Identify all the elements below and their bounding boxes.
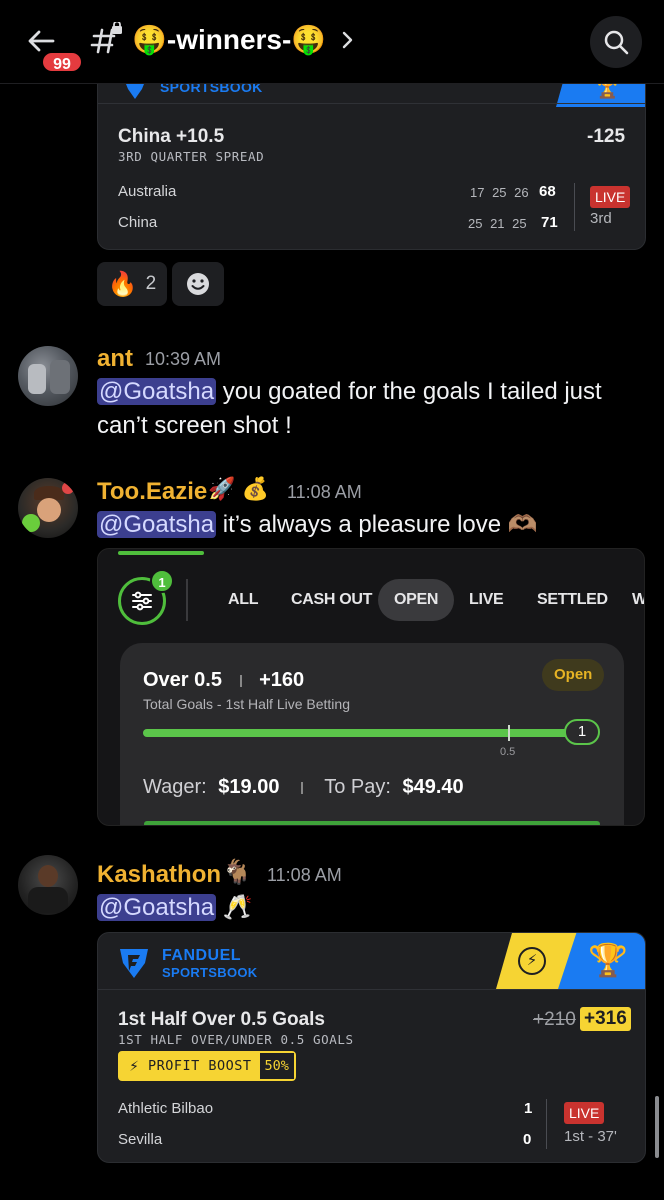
- game-period: 1st - 37': [564, 1128, 617, 1145]
- reaction-fire[interactable]: 🔥 2: [97, 262, 167, 306]
- chevron-right-icon[interactable]: [340, 27, 356, 53]
- reaction-count: 2: [145, 273, 157, 294]
- username[interactable]: ant: [97, 345, 133, 373]
- team-score: 0: [523, 1131, 532, 1148]
- progress-threshold-marker: [508, 725, 510, 741]
- trophy-icon: 🏆: [588, 942, 628, 978]
- avatar[interactable]: [18, 478, 78, 538]
- tab-live[interactable]: LIVE: [469, 591, 504, 609]
- username[interactable]: Too.Eazie: [97, 478, 207, 506]
- bet-title: 1st Half Over 0.5 Goals: [118, 1009, 325, 1030]
- add-reaction-button[interactable]: [172, 262, 224, 306]
- progress-value-badge: 1: [564, 719, 600, 745]
- channel-name[interactable]: 🤑-winners-🤑: [132, 22, 326, 58]
- filter-count-badge: 1: [150, 569, 174, 593]
- boost-banner: ⚡ 🏆: [496, 933, 645, 989]
- avatar[interactable]: [18, 855, 78, 915]
- brand-sportsbook: SPORTSBOOK: [162, 965, 258, 980]
- tab-partial[interactable]: W: [632, 591, 644, 609]
- bet-subtitle: 3RD QUARTER SPREAD: [118, 149, 265, 164]
- attached-screenshot[interactable]: 1 ALL CASH OUT OPEN LIVE SETTLED W Over …: [97, 548, 645, 826]
- live-tag: LIVE: [564, 1102, 605, 1124]
- scrollbar[interactable]: [655, 1096, 659, 1158]
- fire-emoji: 🔥: [107, 270, 138, 298]
- bet-selection: Over 0.5 +160: [143, 669, 305, 691]
- team-score: 1: [524, 1100, 533, 1117]
- tab-settled[interactable]: SETTLED: [537, 591, 608, 609]
- brand-fanduel: FANDUEL: [162, 947, 242, 964]
- avatar[interactable]: [18, 346, 78, 406]
- boosted-odds: +316: [580, 1007, 631, 1031]
- team-name: Athletic Bilbao: [118, 1100, 214, 1117]
- live-tag: LIVE: [590, 186, 631, 208]
- search-icon: [604, 30, 629, 55]
- game-period: 3rd: [590, 210, 612, 227]
- cash-out-bar: [144, 821, 600, 825]
- old-odds: +210: [533, 1009, 576, 1030]
- bet-card-china-spread[interactable]: SPORTSBOOK 🏆 China +10.5 3RD QUARTER SPR…: [97, 60, 646, 250]
- tab-cash-out[interactable]: CASH OUT: [291, 591, 372, 609]
- profit-boost-tag: ⚡ PROFIT BOOST 50%: [118, 1051, 296, 1081]
- user-status-emoji: 🐐: [222, 859, 252, 886]
- message-text: @Goatsha you goated for the goals I tail…: [97, 378, 602, 439]
- timestamp: 10:39 AM: [145, 349, 222, 369]
- message-text: @Goatsha it’s always a pleasure love 🫶🏽: [97, 511, 538, 538]
- lightning-boost-icon: ⚡: [518, 947, 546, 975]
- message-text: @Goatsha 🥂: [97, 894, 253, 921]
- bet-description: Total Goals - 1st Half Live Betting: [143, 696, 350, 712]
- unread-badge: 99: [40, 50, 84, 74]
- add-reaction-icon: [187, 273, 209, 295]
- open-bet-card[interactable]: Over 0.5 +160 Total Goals - 1st Half Liv…: [120, 643, 624, 825]
- quarter-scores: 17 25 26: [470, 185, 529, 200]
- user-status-emojis: 🚀 💰: [208, 476, 269, 501]
- user-mention[interactable]: @Goatsha: [97, 894, 217, 921]
- lightning-icon: ⚡: [129, 1058, 139, 1074]
- team-name: China: [118, 214, 158, 231]
- search-button[interactable]: [590, 16, 642, 68]
- threshold-label: 0.5: [500, 746, 516, 758]
- total-score: 68: [539, 183, 556, 200]
- tab-open[interactable]: OPEN: [378, 579, 455, 621]
- user-mention[interactable]: @Goatsha: [97, 378, 217, 405]
- username[interactable]: Kashathon: [97, 861, 221, 889]
- bet-odds: -125: [587, 126, 626, 147]
- wager-row: Wager: $19.00 To Pay: $49.40: [143, 776, 464, 798]
- channel-lock-hash-icon: [90, 20, 124, 58]
- filter-sliders-icon: [132, 591, 152, 611]
- total-score: 71: [541, 214, 558, 231]
- timestamp: 11:08 AM: [287, 482, 362, 502]
- bet-title: China +10.5: [118, 126, 225, 147]
- fanduel-shield-icon: [118, 947, 150, 979]
- user-mention[interactable]: @Goatsha: [97, 511, 217, 538]
- team-name: Australia: [118, 183, 177, 200]
- bet-subtitle: 1ST HALF OVER/UNDER 0.5 GOALS: [118, 1032, 354, 1047]
- tab-all[interactable]: ALL: [228, 591, 259, 609]
- bet-card-over-goals[interactable]: FANDUEL SPORTSBOOK ⚡ 🏆 1st Half Over 0.5…: [97, 932, 646, 1163]
- quarter-scores: 25 21 25: [468, 216, 527, 231]
- team-name: Sevilla: [118, 1131, 163, 1148]
- channel-header: 99 🤑-winners-🤑: [0, 0, 664, 84]
- timestamp: 11:08 AM: [267, 865, 342, 885]
- scroll-indicator: [118, 551, 204, 555]
- status-badge: Open: [542, 659, 605, 691]
